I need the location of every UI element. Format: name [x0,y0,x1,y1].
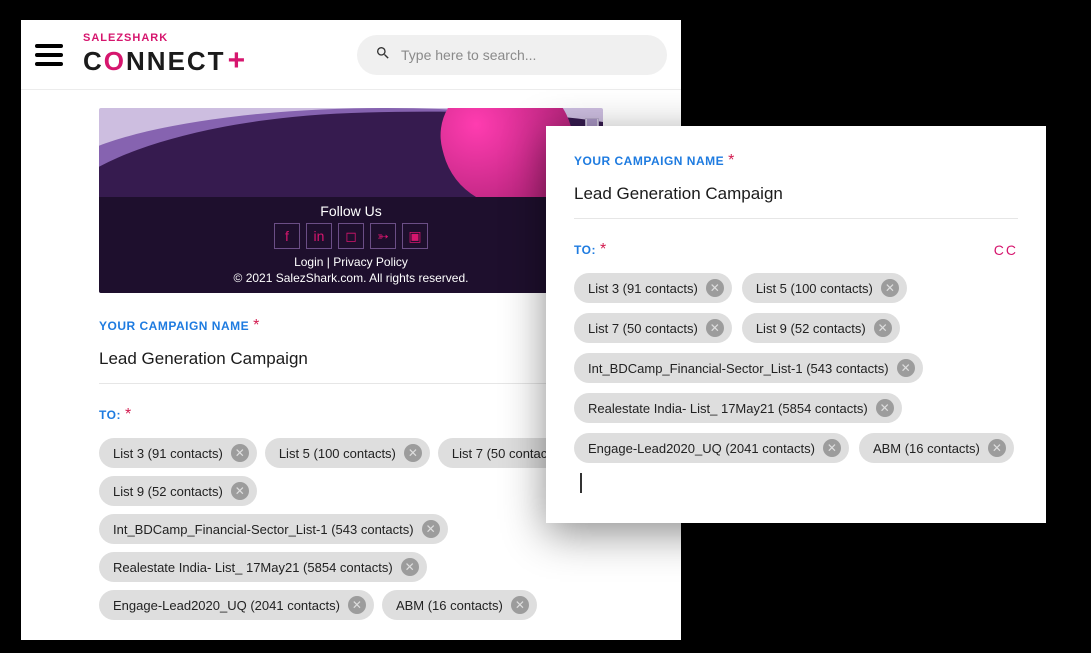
to-label: TO: [99,408,121,422]
facebook-icon[interactable]: f [274,223,300,249]
text-caret [580,473,582,493]
twitter-icon[interactable]: ➳ [370,223,396,249]
recipient-chip[interactable]: Engage-Lead2020_UQ (2041 contacts) ✕ [574,433,849,463]
required-asterisk: * [253,317,259,334]
to-label: TO: [574,243,596,257]
required-asterisk: * [125,406,131,424]
recipient-chip[interactable]: Realestate India- List_ 17May21 (5854 co… [99,552,427,582]
required-asterisk: * [728,152,734,169]
remove-chip-icon[interactable]: ✕ [511,596,529,614]
recipient-chip[interactable]: ABM (16 contacts) ✕ [382,590,537,620]
youtube-icon[interactable]: ▣ [402,223,428,249]
chip-label: Engage-Lead2020_UQ (2041 contacts) [588,441,815,456]
recipient-chip[interactable]: ABM (16 contacts) ✕ [859,433,1014,463]
recipient-chip[interactable]: List 3 (91 contacts) ✕ [574,273,732,303]
remove-chip-icon[interactable]: ✕ [348,596,366,614]
remove-chip-icon[interactable]: ✕ [881,279,899,297]
campaign-name-field: YOUR CAMPAIGN NAME * Lead Generation Camp… [574,152,1018,219]
remove-chip-icon[interactable]: ✕ [231,482,249,500]
chip-label: ABM (16 contacts) [396,598,503,613]
chip-label: List 7 (50 contacts) [588,321,698,336]
recipient-chip[interactable]: List 3 (91 contacts) ✕ [99,438,257,468]
chip-label: List 5 (100 contacts) [756,281,873,296]
remove-chip-icon[interactable]: ✕ [401,558,419,576]
legal-links: Login | Privacy Policy [109,255,593,269]
cc-link[interactable]: CC [994,242,1018,258]
recipient-chip[interactable]: List 5 (100 contacts) ✕ [265,438,430,468]
campaign-popover: YOUR CAMPAIGN NAME * Lead Generation Camp… [546,126,1046,523]
link-separator: | [323,255,333,269]
search-input[interactable] [401,47,649,63]
campaign-name-input[interactable]: Lead Generation Campaign [99,349,603,384]
chip-label: Int_BDCamp_Financial-Sector_List-1 (543 … [588,361,889,376]
remove-chip-icon[interactable]: ✕ [706,279,724,297]
chip-label: List 9 (52 contacts) [113,484,223,499]
recipient-chip[interactable]: Int_BDCamp_Financial-Sector_List-1 (543 … [99,514,448,544]
recipient-chip[interactable]: Engage-Lead2020_UQ (2041 contacts) ✕ [99,590,374,620]
chip-label: Realestate India- List_ 17May21 (5854 co… [113,560,393,575]
recipient-chip[interactable]: List 9 (52 contacts) ✕ [742,313,900,343]
app-header: SALEZSHARK CONNECT+ [21,20,681,90]
campaign-name-label: YOUR CAMPAIGN NAME [574,154,724,168]
chip-label: List 9 (52 contacts) [756,321,866,336]
privacy-link[interactable]: Privacy Policy [333,255,408,269]
remove-chip-icon[interactable]: ✕ [897,359,915,377]
campaign-name-label: YOUR CAMPAIGN NAME [99,319,249,333]
follow-us-title: Follow Us [109,203,593,219]
recipient-chips: List 3 (91 contacts) ✕ List 5 (100 contac… [99,438,603,620]
to-section: TO: * CC List 3 (91 contacts) ✕ List 5 (10… [574,241,1018,493]
instagram-icon[interactable]: ◻ [338,223,364,249]
brand-subtitle: SALEZSHARK [83,33,247,44]
remove-chip-icon[interactable]: ✕ [988,439,1006,457]
recipient-chip[interactable]: List 9 (52 contacts) ✕ [99,476,257,506]
chip-label: Int_BDCamp_Financial-Sector_List-1 (543 … [113,522,414,537]
to-section: TO: * List 3 (91 contacts) ✕ List 5 (100 c… [99,406,603,620]
linkedin-icon[interactable]: in [306,223,332,249]
remove-chip-icon[interactable]: ✕ [231,444,249,462]
recipient-chip[interactable]: Realestate India- List_ 17May21 (5854 co… [574,393,902,423]
footer-block: Follow Us f in ◻ ➳ ▣ Login | Privacy Pol… [99,197,603,293]
recipient-chip[interactable]: List 5 (100 contacts) ✕ [742,273,907,303]
recipient-chip[interactable]: List 7 (50 contacts) ✕ [574,313,732,343]
remove-chip-icon[interactable]: ✕ [706,319,724,337]
chip-label: Engage-Lead2020_UQ (2041 contacts) [113,598,340,613]
chip-label: Realestate India- List_ 17May21 (5854 co… [588,401,868,416]
brand-title: CONNECT+ [83,46,247,76]
recipient-chip[interactable]: Int_BDCamp_Financial-Sector_List-1 (543 … [574,353,923,383]
template-preview: Follow Us f in ◻ ➳ ▣ Login | Privacy Pol… [99,108,603,293]
hamburger-menu-button[interactable] [35,44,63,66]
required-asterisk: * [600,241,606,259]
chip-label: List 3 (91 contacts) [588,281,698,296]
remove-chip-icon[interactable]: ✕ [422,520,440,538]
remove-chip-icon[interactable]: ✕ [876,399,894,417]
social-icons-row: f in ◻ ➳ ▣ [109,223,593,249]
remove-chip-icon[interactable]: ✕ [823,439,841,457]
login-link[interactable]: Login [294,255,323,269]
remove-chip-icon[interactable]: ✕ [404,444,422,462]
campaign-name-field: YOUR CAMPAIGN NAME * Lead Generation Camp… [99,317,603,384]
search-icon [375,45,391,64]
chip-label: List 3 (91 contacts) [113,446,223,461]
campaign-name-input[interactable]: Lead Generation Campaign [574,184,1018,219]
search-field[interactable] [357,35,667,75]
recipient-chips: List 3 (91 contacts) ✕ List 5 (100 contac… [574,273,1018,463]
chip-label: List 5 (100 contacts) [279,446,396,461]
copyright-text: © 2021 SalezShark.com. All rights reserv… [109,271,593,285]
chip-label: ABM (16 contacts) [873,441,980,456]
brand-logo: SALEZSHARK CONNECT+ [83,33,247,76]
remove-chip-icon[interactable]: ✕ [874,319,892,337]
